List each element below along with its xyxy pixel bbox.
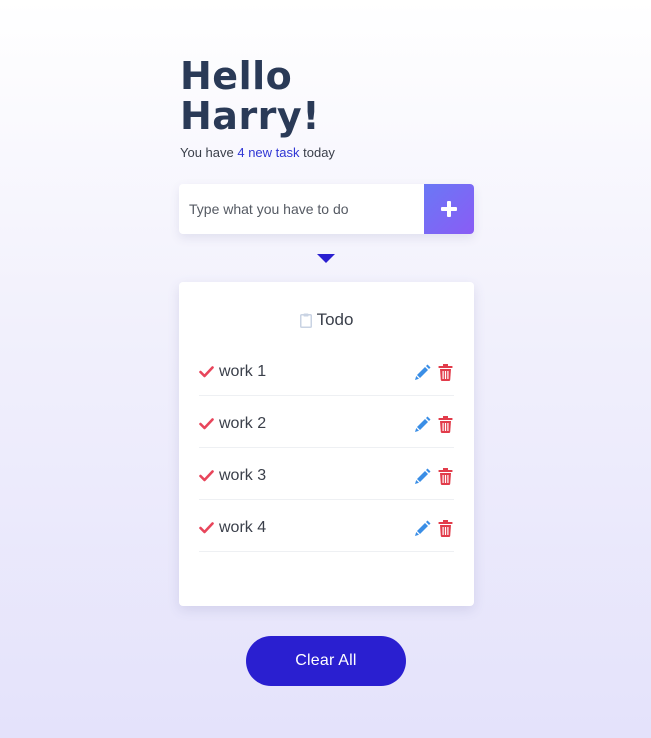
todo-actions	[414, 416, 454, 433]
edit-button[interactable]	[414, 520, 431, 537]
task-count: 4 new task	[237, 145, 300, 160]
subtitle-suffix: today	[299, 145, 335, 160]
add-task-button[interactable]	[424, 184, 474, 234]
todo-text: work 3	[219, 466, 267, 484]
todo-list: work 1 work 2 work 3 work 4	[199, 348, 454, 556]
pencil-icon	[415, 364, 431, 380]
todo-text: work 2	[219, 414, 267, 432]
todo-text: work 1	[219, 362, 267, 380]
edit-button[interactable]	[414, 468, 431, 485]
task-count-subtitle: You have 4 new task today	[180, 145, 335, 160]
trash-icon	[438, 468, 453, 485]
pencil-icon	[415, 468, 431, 484]
check-icon[interactable]	[199, 364, 214, 379]
clear-all-button[interactable]: Clear All	[246, 636, 406, 686]
todo-card: Todo work 1 work 2 work 3 work 4	[179, 282, 474, 606]
card-header: Todo	[179, 310, 474, 330]
edit-button[interactable]	[414, 416, 431, 433]
delete-button[interactable]	[437, 364, 454, 381]
todo-item: work 2	[199, 400, 454, 448]
check-icon[interactable]	[199, 468, 214, 483]
todo-actions	[414, 468, 454, 485]
check-icon[interactable]	[199, 520, 214, 535]
greeting-line-2: Harry!	[180, 94, 321, 138]
todo-item: work 4	[199, 504, 454, 552]
pencil-icon	[415, 520, 431, 536]
task-input-group	[179, 184, 474, 234]
card-title: Todo	[316, 310, 354, 329]
todo-actions	[414, 520, 454, 537]
caret-down-icon[interactable]	[317, 254, 335, 264]
plus-icon	[441, 201, 457, 217]
edit-button[interactable]	[414, 364, 431, 381]
trash-icon	[438, 364, 453, 381]
subtitle-prefix: You have	[180, 145, 238, 160]
trash-icon	[438, 416, 453, 433]
greeting-line-1: Hello	[180, 54, 293, 98]
pencil-icon	[415, 416, 431, 432]
greeting-heading: Hello Harry!	[180, 56, 320, 136]
trash-icon	[438, 520, 453, 537]
todo-item: work 3	[199, 452, 454, 500]
check-icon[interactable]	[199, 416, 214, 431]
delete-button[interactable]	[437, 520, 454, 537]
clipboard-icon	[299, 313, 312, 328]
task-input[interactable]	[179, 184, 424, 234]
todo-text: work 4	[219, 518, 267, 536]
delete-button[interactable]	[437, 416, 454, 433]
delete-button[interactable]	[437, 468, 454, 485]
todo-item: work 1	[199, 348, 454, 396]
todo-actions	[414, 364, 454, 381]
